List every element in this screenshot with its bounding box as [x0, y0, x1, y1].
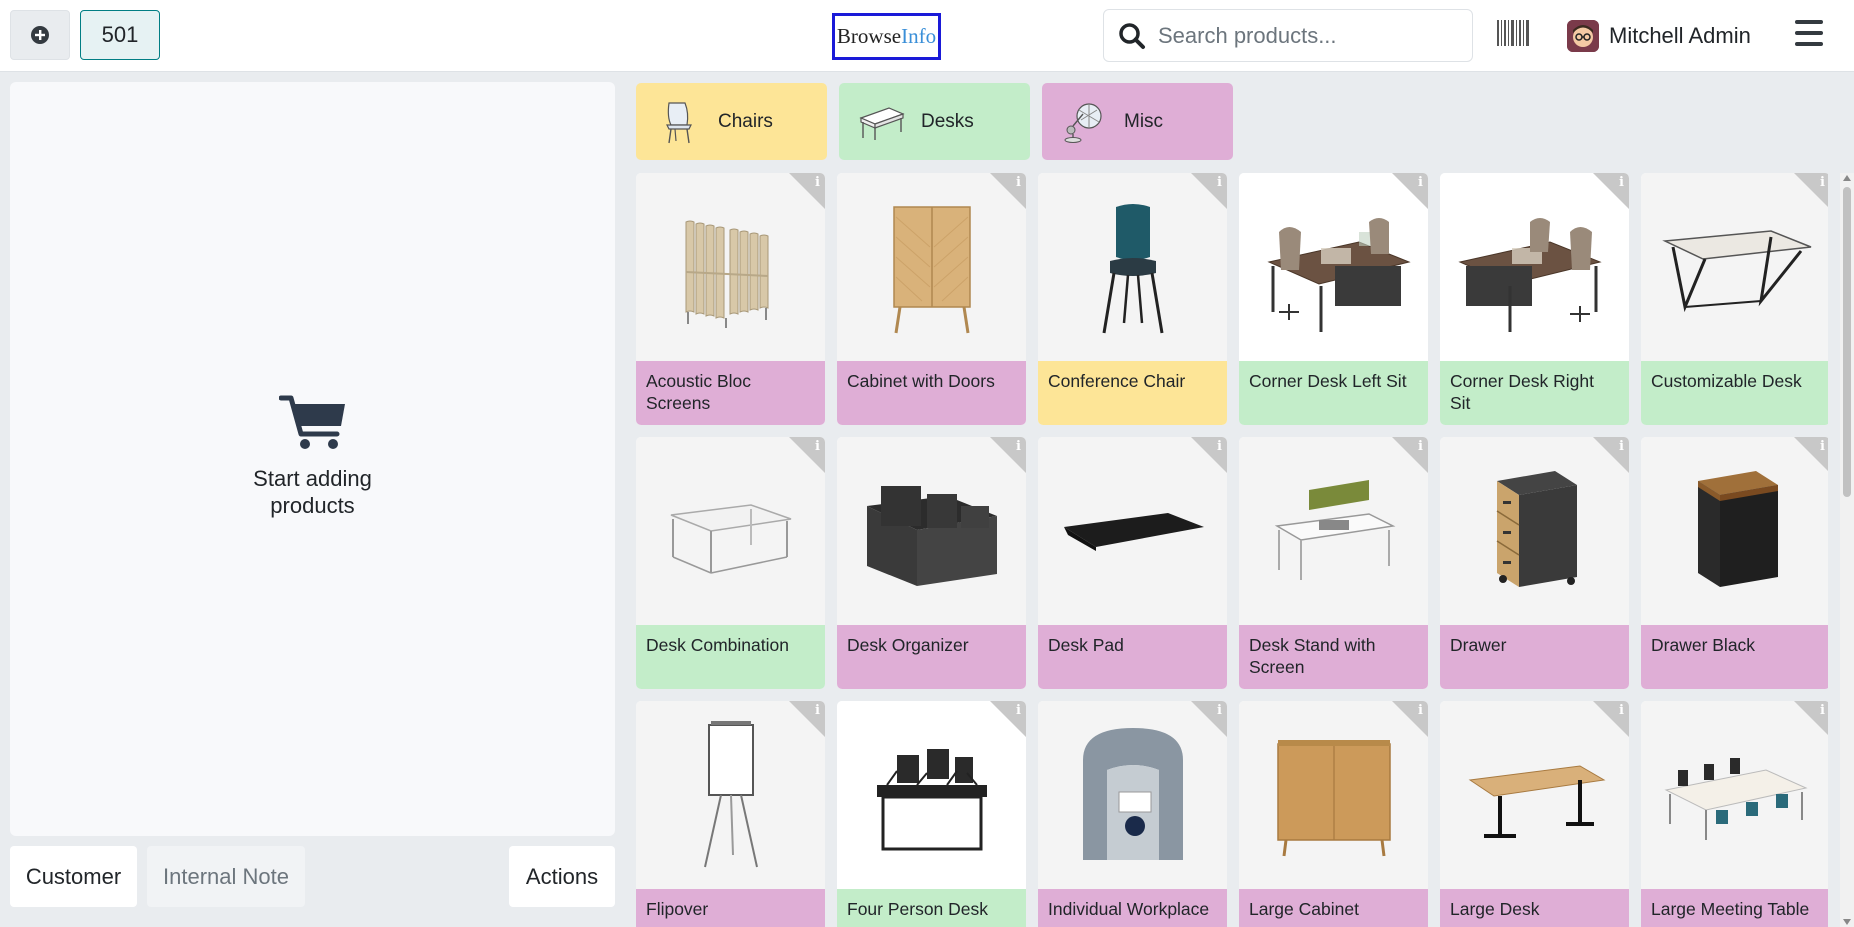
scroll-down-icon[interactable]: [1843, 919, 1851, 925]
misc-icon: [1062, 99, 1108, 145]
product-name: Desk Stand with Screen: [1239, 625, 1428, 689]
product-card[interactable]: i Flipover: [636, 701, 825, 927]
category-chairs[interactable]: Chairs: [636, 83, 827, 160]
actions-button[interactable]: Actions: [509, 846, 615, 907]
info-icon[interactable]: i: [1217, 175, 1222, 190]
search-box[interactable]: [1103, 9, 1473, 62]
desk-icon: [859, 99, 905, 145]
product-card[interactable]: i Large Meeting Table: [1641, 701, 1828, 927]
product-card[interactable]: i Large Cabinet: [1239, 701, 1428, 927]
product-card[interactable]: i Four Person Desk: [837, 701, 1026, 927]
product-name: Desk Organizer: [837, 625, 1026, 689]
product-name: Desk Combination: [636, 625, 825, 689]
product-card[interactable]: i Drawer: [1440, 437, 1629, 689]
new-order-button[interactable]: [10, 10, 70, 60]
product-card[interactable]: i Desk Stand with Screen: [1239, 437, 1428, 689]
info-icon[interactable]: i: [815, 703, 820, 718]
product-name: Large Desk: [1440, 889, 1629, 927]
product-name: Large Cabinet: [1239, 889, 1428, 927]
user-menu[interactable]: Mitchell Admin: [1567, 17, 1751, 55]
product-name: Drawer Black: [1641, 625, 1828, 689]
product-card[interactable]: i Individual Workplace: [1038, 701, 1227, 927]
scroll-thumb[interactable]: [1843, 187, 1851, 497]
info-icon[interactable]: i: [1217, 703, 1222, 718]
product-name: Drawer: [1440, 625, 1629, 689]
avatar: [1567, 20, 1599, 52]
info-icon[interactable]: i: [1016, 439, 1021, 454]
empty-cart-message: Start adding products: [10, 394, 615, 519]
order-panel: Start adding products: [10, 82, 615, 836]
info-icon[interactable]: i: [1619, 703, 1624, 718]
product-card[interactable]: i Cabinet with Doors: [837, 173, 1026, 425]
info-icon[interactable]: i: [815, 175, 820, 190]
product-card[interactable]: i Large Desk: [1440, 701, 1629, 927]
product-card[interactable]: i Desk Pad: [1038, 437, 1227, 689]
product-card[interactable]: i Desk Combination: [636, 437, 825, 689]
product-name: Corner Desk Left Sit: [1239, 361, 1428, 425]
category-label: Chairs: [718, 110, 773, 132]
info-icon[interactable]: i: [1820, 703, 1825, 718]
menu-icon[interactable]: [1795, 20, 1823, 46]
info-icon[interactable]: i: [1217, 439, 1222, 454]
info-icon[interactable]: i: [1418, 439, 1423, 454]
internal-note-button[interactable]: Internal Note: [147, 846, 305, 907]
product-name: Cabinet with Doors: [837, 361, 1026, 425]
plus-circle-icon: [31, 26, 49, 44]
info-icon[interactable]: i: [1619, 175, 1624, 190]
product-name: Desk Pad: [1038, 625, 1227, 689]
product-card[interactable]: i Desk Organizer: [837, 437, 1026, 689]
info-icon[interactable]: i: [1418, 703, 1423, 718]
info-icon[interactable]: i: [1619, 439, 1624, 454]
top-bar: 501 Browse Info Search products... Mitch…: [0, 0, 1854, 72]
product-card[interactable]: i Corner Desk Right Sit: [1440, 173, 1629, 425]
category-label: Misc: [1124, 110, 1164, 132]
info-icon[interactable]: i: [1418, 175, 1423, 190]
info-icon[interactable]: i: [1016, 703, 1021, 718]
product-name: Large Meeting Table: [1641, 889, 1828, 927]
product-card[interactable]: i Customizable Desk: [1641, 173, 1828, 425]
user-name: Mitchell Admin: [1609, 23, 1751, 48]
product-name: Conference Chair: [1038, 361, 1227, 425]
product-card[interactable]: i Acoustic Bloc Screens: [636, 173, 825, 425]
category-misc[interactable]: Misc: [1042, 83, 1233, 160]
empty-text-line2: products: [270, 493, 355, 518]
product-name: Flipover: [636, 889, 825, 927]
chair-icon: [656, 99, 702, 145]
product-card[interactable]: i Conference Chair: [1038, 173, 1227, 425]
scroll-up-icon[interactable]: [1843, 175, 1851, 181]
customer-button[interactable]: Customer: [10, 846, 137, 907]
info-icon[interactable]: i: [1016, 175, 1021, 190]
company-logo: Browse Info: [832, 13, 941, 60]
info-icon[interactable]: i: [815, 439, 820, 454]
barcode-icon[interactable]: [1497, 20, 1529, 46]
product-card[interactable]: i Drawer Black: [1641, 437, 1828, 689]
category-label: Desks: [921, 110, 974, 132]
product-name: Four Person Desk: [837, 889, 1026, 927]
category-desks[interactable]: Desks: [839, 83, 1030, 160]
logo-text: Browse: [836, 24, 902, 48]
product-name: Individual Workplace: [1038, 889, 1227, 927]
product-scrollbar[interactable]: [1840, 173, 1854, 927]
product-card[interactable]: i Corner Desk Left Sit: [1239, 173, 1428, 425]
search-input[interactable]: [1158, 22, 1458, 49]
empty-text-line1: Start adding: [253, 466, 372, 491]
info-icon[interactable]: i: [1820, 439, 1825, 454]
logo-text-accent: Info: [901, 24, 937, 48]
info-icon[interactable]: i: [1820, 175, 1825, 190]
cart-icon: [278, 395, 345, 449]
product-name: Corner Desk Right Sit: [1440, 361, 1629, 425]
search-icon: [1119, 22, 1145, 49]
order-number-button[interactable]: 501: [80, 10, 160, 60]
product-name: Customizable Desk: [1641, 361, 1828, 425]
product-grid: i Acoustic Bloc Screens i Cabinet with D…: [636, 173, 1828, 927]
product-name: Acoustic Bloc Screens: [636, 361, 825, 425]
